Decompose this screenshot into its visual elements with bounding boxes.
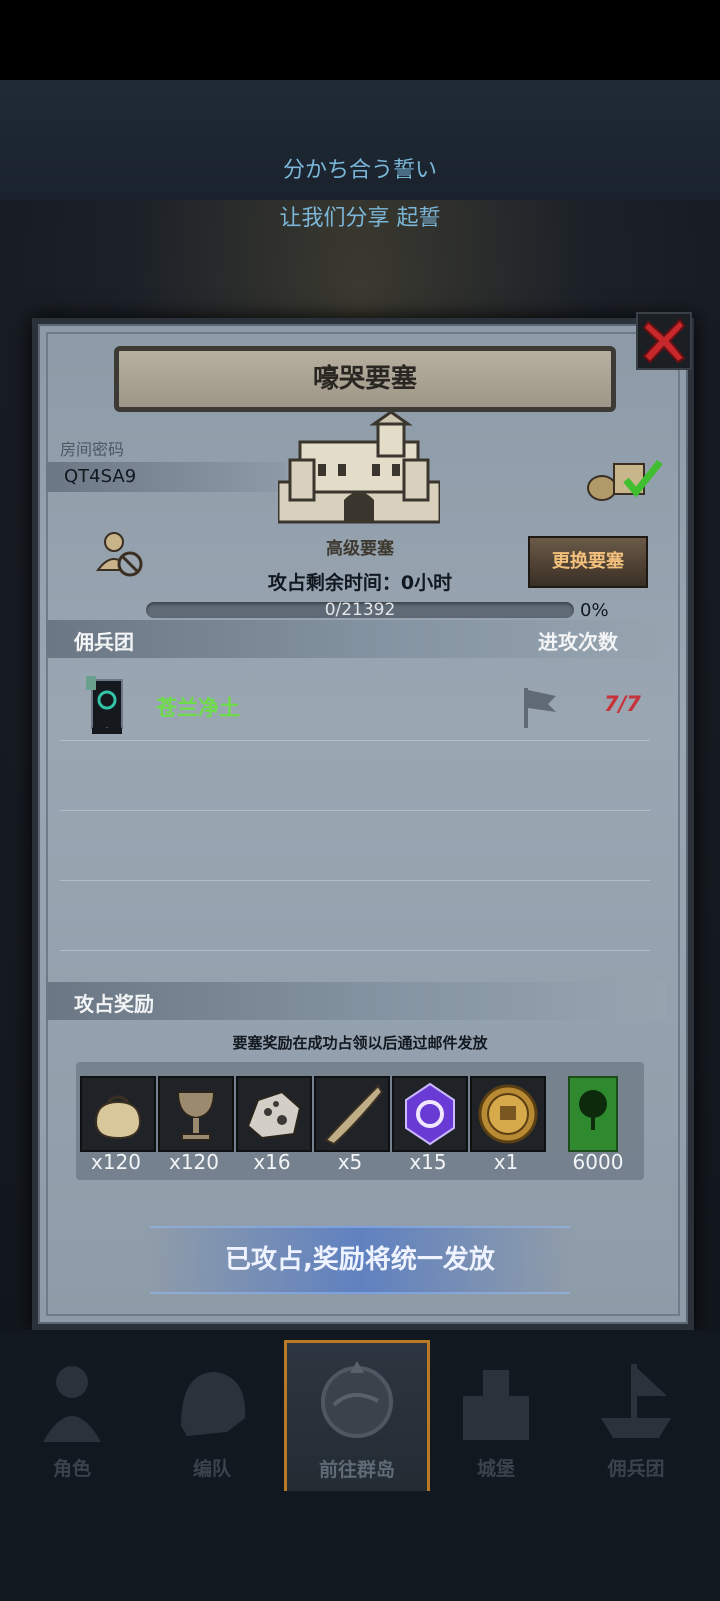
ore-icon [246, 1090, 302, 1140]
reward-status-banner: 已攻占,奖励将统一发放 [150, 1226, 570, 1294]
dialog-title-text: 嚎哭要塞 [312, 364, 417, 394]
rewards-title: 攻占奖励 [74, 992, 154, 1016]
reward-item[interactable] [314, 1076, 390, 1152]
close-button[interactable] [636, 312, 692, 370]
castle-icon [278, 412, 440, 524]
castle-icon [463, 1370, 529, 1440]
nav-label: 前往群岛 [318, 1459, 395, 1481]
nav-label: 角色 [52, 1458, 91, 1480]
occupy-timer: 攻占剩余时间：0小时 [267, 572, 453, 594]
guild-name[interactable]: 苍兰净土 [156, 692, 240, 722]
reward-item[interactable] [236, 1076, 312, 1152]
horn-icon [324, 1084, 384, 1146]
reward-item[interactable] [392, 1076, 468, 1152]
rewards-note: 要塞奖励在成功占领以后通过邮件发放 [232, 1034, 488, 1052]
reward-qty: x1 [493, 1150, 519, 1174]
attacks-column-header: 进攻次数 [538, 630, 618, 654]
row-divider [60, 880, 650, 881]
row-divider [60, 950, 650, 951]
knight-icon [43, 1366, 101, 1442]
row-divider [60, 740, 650, 741]
reward-qty: x120 [90, 1150, 141, 1174]
nav-label: 编队 [192, 1458, 231, 1480]
ship-icon [601, 1364, 671, 1438]
reward-item[interactable] [158, 1076, 234, 1152]
sack-icon [94, 1095, 142, 1140]
header-title: 分かち合う誓い [282, 158, 437, 183]
room-code-value[interactable]: QT4SA9 [64, 466, 136, 487]
reward-item[interactable] [568, 1076, 618, 1152]
tree-banner-icon [579, 1090, 607, 1130]
reward-item[interactable] [80, 1076, 156, 1152]
guild-column-header: 佣兵团 [74, 630, 134, 654]
nav-label: 佣兵团 [607, 1458, 665, 1480]
reward-qty: x120 [168, 1150, 219, 1174]
close-icon [642, 318, 686, 364]
top-letterbox [0, 0, 720, 80]
flag-icon [524, 688, 556, 728]
nav-item-character[interactable]: 角色 [2, 1356, 142, 1486]
gold-medal-icon [478, 1084, 538, 1144]
progress-text: 0/21392 [324, 600, 396, 620]
compass-map-icon [321, 1361, 393, 1438]
helmet-icon [181, 1372, 246, 1436]
dialog-title: 嚎哭要塞 [114, 346, 616, 412]
reward-item[interactable] [470, 1076, 546, 1152]
header-subtitle: 让我们分享 起誓 [279, 206, 441, 231]
nav-item-formation[interactable]: 编队 [142, 1356, 282, 1486]
guild-emblem-icon [86, 676, 123, 734]
purple-gem-icon [405, 1082, 455, 1146]
reward-qty: x5 [337, 1150, 363, 1174]
nav-label: 城堡 [476, 1458, 515, 1480]
room-code-label: 房间密码 [60, 440, 125, 459]
reward-qty: x16 [253, 1150, 291, 1174]
reward-qty: x15 [409, 1150, 447, 1174]
progress-percent: 0% [580, 600, 609, 621]
nav-item-islands[interactable]: 前往群岛 [284, 1340, 430, 1491]
goblet-icon [176, 1091, 216, 1141]
row-divider [60, 810, 650, 811]
nav-item-castle[interactable]: 城堡 [426, 1356, 566, 1486]
loot-collected-icon [587, 459, 663, 501]
nav-item-mercenary[interactable]: 佣兵团 [566, 1356, 706, 1486]
attack-count: 7/7 [604, 692, 641, 716]
reward-qty: 6000 [572, 1150, 624, 1174]
